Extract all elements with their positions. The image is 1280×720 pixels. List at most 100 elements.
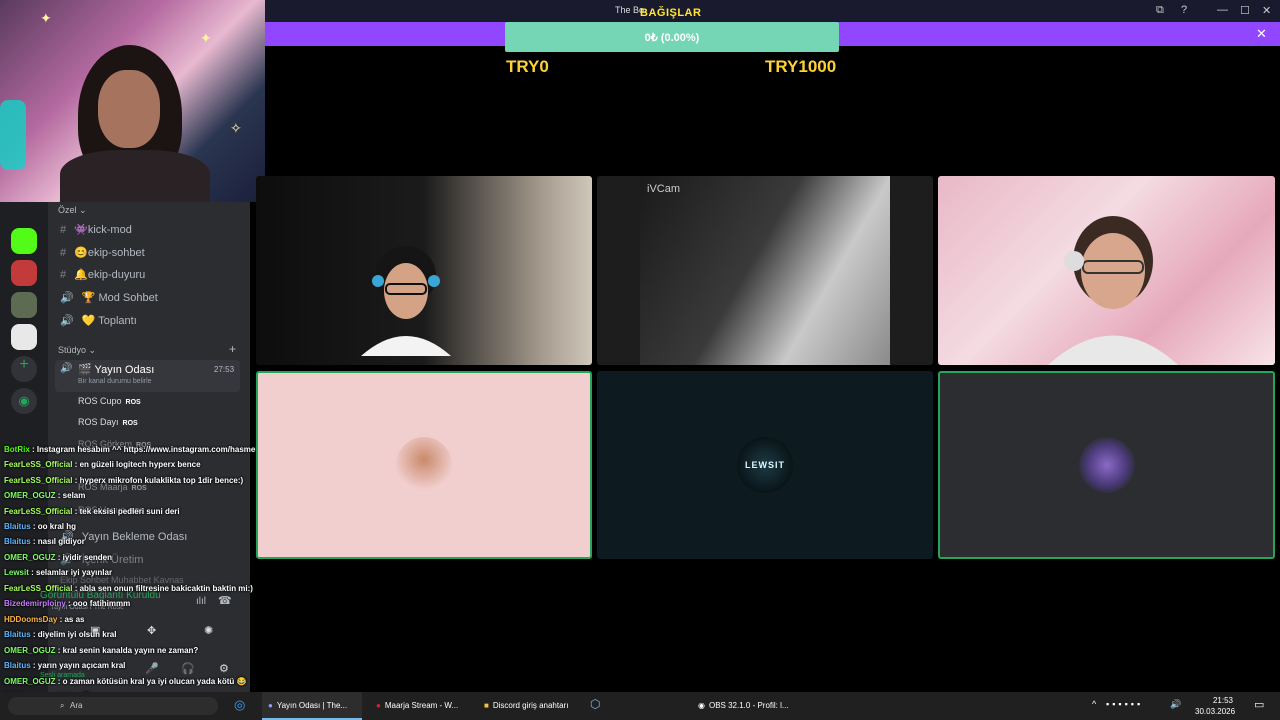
chat-text: en güzeli logitech hyperx bence: [79, 460, 201, 469]
disconnect-icon[interactable]: ☎: [218, 594, 232, 607]
chat-separator: :: [65, 599, 73, 608]
speaker-icon: 🔊: [60, 292, 74, 304]
chat-message: FearLeSS_Official : en güzeli logitech h…: [4, 460, 201, 469]
noise-suppression-icon[interactable]: ılıl: [196, 596, 206, 607]
tray-chevron-icon[interactable]: ^: [1092, 699, 1096, 709]
headphones-icon[interactable]: 🎧: [181, 662, 195, 675]
chat-username: Blaitus: [4, 537, 31, 546]
channel-toplanti[interactable]: 🔊 💛 Toplantı: [60, 314, 137, 327]
chat-text: o zaman kötüsün kral ya iyi olucan yada …: [62, 677, 247, 686]
member-tag: ROS: [122, 420, 138, 427]
taskbar-item-label: Maarja Stream - W...: [384, 701, 459, 710]
chat-text: tek eksisi pedleri suni deri: [79, 507, 180, 516]
category-ozel[interactable]: Özel ⌄: [58, 205, 87, 216]
voice-channel-label: 🎬 Yayın Odası: [78, 364, 155, 376]
chat-message: FearLeSS_Official : hyperx mikrofon kula…: [4, 476, 243, 485]
soundboard-icon[interactable]: ✺: [204, 624, 213, 637]
chat-username: OMER_OGUZ: [4, 491, 56, 500]
close-icon[interactable]: ✕: [1256, 26, 1267, 42]
chat-username: Lewsit: [4, 568, 29, 577]
chat-message: Lewsit : selamlar iyi yayınlar: [4, 568, 112, 577]
chat-text: kral senin kanalda yayın ne zaman?: [62, 646, 199, 655]
star-decoration-icon: ✧: [230, 120, 242, 136]
channel-ekip-duyuru[interactable]: # 🔔ekip-duyuru: [60, 268, 145, 281]
chat-username: OMER_OGUZ: [4, 553, 56, 562]
chat-separator: :: [30, 661, 38, 670]
taskbar-clock[interactable]: 21:53 30.03.2026: [1195, 695, 1235, 717]
server-icon[interactable]: [11, 292, 37, 318]
system-tray-icons[interactable]: ▪▪▪▪▪▪: [1106, 699, 1143, 709]
chat-text: iyidir senden: [62, 553, 113, 562]
chat-separator: :: [72, 460, 80, 469]
chat-separator: :: [30, 630, 38, 639]
chat-text: diyelim iyi olsun kral: [37, 630, 117, 639]
notification-icon[interactable]: ▭: [1254, 698, 1264, 711]
taskbar-item-obs[interactable]: ◉ OBS 32.1.0 - Profil: l...: [692, 692, 792, 720]
chat-message: Blaitus : oo kral hg: [4, 522, 76, 531]
ivcam-feed: [640, 176, 890, 365]
donation-title: BAĞIŞLAR: [640, 7, 702, 19]
channel-status[interactable]: Bir kanal durumu belirle: [78, 378, 152, 385]
chat-separator: :: [55, 491, 63, 500]
chat-message: Blaitus : diyelim iyi olsun kral: [4, 630, 116, 639]
chat-separator: :: [72, 507, 80, 516]
channel-label: 🔔ekip-duyuru: [74, 269, 146, 281]
chat-username: FearLeSS_Official: [4, 507, 73, 516]
minimize-button[interactable]: —: [1217, 4, 1228, 16]
channel-ekip-sohbet[interactable]: # 😊ekip-sohbet: [60, 246, 145, 259]
chat-text: oo kral hg: [37, 522, 77, 531]
video-tile-participant-6[interactable]: [938, 371, 1275, 559]
taskbar-item-discord[interactable]: ● Yayın Odası | The...: [262, 692, 362, 720]
video-tile-participant-3[interactable]: [938, 176, 1275, 365]
taskbar-item-folder[interactable]: ■ Discord giriş anahtarı: [478, 692, 588, 720]
chat-separator: :: [28, 568, 37, 577]
edge-icon[interactable]: ◎: [234, 697, 245, 713]
channel-kick-mod[interactable]: # 👾kick-mod: [60, 223, 132, 236]
video-tile-participant-4[interactable]: [256, 371, 592, 559]
close-window-button[interactable]: ✕: [1262, 4, 1271, 17]
browser-icon: ●: [376, 701, 381, 710]
add-channel-icon[interactable]: +: [229, 342, 236, 356]
star-decoration-icon: ✦: [40, 10, 52, 26]
app-icon[interactable]: ⬡: [590, 697, 600, 711]
video-tile-ivcam[interactable]: iVCam: [597, 176, 933, 365]
taskbar-item-browser[interactable]: ● Maarja Stream - W...: [370, 692, 470, 720]
chat-message: BotRix : Instagram hesabım ^^ https://ww…: [4, 445, 290, 454]
activity-icon[interactable]: ✥: [147, 624, 156, 637]
chat-username: Bizedemirploiny: [4, 599, 66, 608]
share-icon[interactable]: ⧉: [1156, 4, 1164, 17]
category-studyo[interactable]: Stüdyo ⌄: [58, 345, 96, 356]
server-icon[interactable]: [11, 324, 37, 350]
microphone-icon[interactable]: 🎤: [145, 662, 159, 675]
kick-server-icon[interactable]: [11, 228, 37, 254]
add-server-icon[interactable]: +: [11, 356, 37, 382]
channel-mod-sohbet[interactable]: 🔊 🏆 Mod Sohbet: [60, 291, 158, 304]
video-tile-participant-1[interactable]: [256, 176, 592, 365]
taskbar-search[interactable]: ⌕ Ara: [8, 697, 218, 715]
donation-min-label: TRY0: [506, 57, 549, 76]
volume-icon[interactable]: 🔊: [1170, 699, 1181, 710]
chat-username: Blaitus: [4, 522, 31, 531]
folder-icon: ■: [484, 701, 489, 710]
valorant-server-icon[interactable]: [11, 260, 37, 286]
explore-icon[interactable]: ◉: [11, 388, 37, 414]
chat-separator: :: [29, 445, 37, 454]
channel-label: 🏆 Mod Sohbet: [81, 292, 158, 304]
webcam-face: [98, 70, 160, 148]
chat-message: OMER_OGUZ : iyidir senden: [4, 553, 112, 562]
help-icon[interactable]: ?: [1181, 4, 1187, 16]
chat-text: selam: [62, 491, 86, 500]
video-tile-lewsit[interactable]: LEWSIT: [597, 371, 933, 559]
category-studyo-label: Stüdyo: [58, 345, 87, 355]
avatar: [396, 437, 452, 493]
chat-text: Instagram hesabım ^^ https://www.instagr…: [36, 445, 291, 454]
member-tag: ROS: [131, 485, 147, 492]
search-icon: ⌕: [60, 701, 65, 710]
star-decoration-icon: ✦: [200, 30, 212, 46]
member-ros-cupo[interactable]: ROS Cupo ROS: [78, 396, 141, 406]
taskbar-item-label: OBS 32.1.0 - Profil: l...: [708, 701, 789, 710]
chat-message: Blaitus : nasıl gidiyor: [4, 537, 85, 546]
settings-gear-icon[interactable]: ⚙: [219, 662, 229, 675]
member-ros-dayi[interactable]: ROS Dayı ROS: [78, 417, 138, 427]
maximize-button[interactable]: ☐: [1240, 4, 1250, 17]
